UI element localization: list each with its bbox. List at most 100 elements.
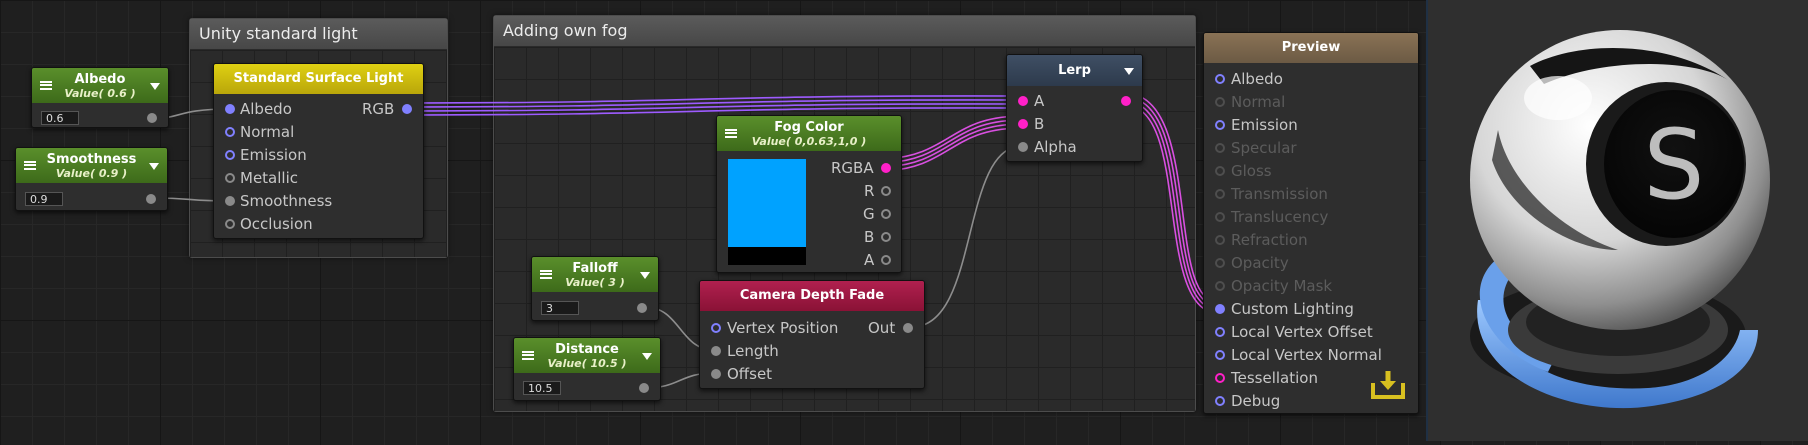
input-port-albedo[interactable] — [225, 104, 235, 114]
node-subtitle: Value( 0.9 ) — [55, 167, 128, 180]
input-port-emission[interactable] — [225, 150, 235, 160]
node-header[interactable]: Distance Value( 10.5 ) — [514, 338, 660, 373]
input-port-debug[interactable] — [1215, 396, 1225, 406]
input-port-opacity-mask[interactable] — [1215, 281, 1225, 291]
menu-icon[interactable] — [522, 350, 534, 360]
node-smoothness[interactable]: Smoothness Value( 0.9 ) 0.9 — [15, 147, 168, 211]
preview-sphere-image[interactable]: S — [1428, 0, 1808, 441]
node-fog-color[interactable]: Fog Color Value( 0,0.63,1,0 ) RGBA R G B… — [716, 115, 902, 273]
input-port-translucency[interactable] — [1215, 212, 1225, 222]
input-port-smoothness[interactable] — [225, 196, 235, 206]
output-port-rgba[interactable] — [881, 163, 891, 173]
input-label-translucency: Translucency — [1231, 208, 1329, 226]
input-port-offset[interactable] — [711, 369, 721, 379]
menu-icon[interactable] — [725, 128, 737, 138]
node-title: Fog Color — [774, 120, 844, 135]
input-label-specular: Specular — [1231, 139, 1297, 157]
chevron-down-icon[interactable] — [640, 271, 650, 279]
input-label-refraction: Refraction — [1231, 231, 1308, 249]
input-port-local-vertex-normal[interactable] — [1215, 350, 1225, 360]
output-port[interactable] — [147, 113, 157, 123]
input-port-length[interactable] — [711, 346, 721, 356]
output-port[interactable] — [146, 194, 156, 204]
input-label-emission: Emission — [1231, 116, 1298, 134]
output-port-out[interactable] — [903, 323, 913, 333]
input-label-length: Length — [727, 342, 779, 360]
output-port[interactable] — [1121, 96, 1131, 106]
input-port-custom-lighting[interactable] — [1215, 304, 1225, 314]
node-albedo[interactable]: Albedo Value( 0.6 ) 0.6 — [31, 67, 169, 128]
input-label-debug: Debug — [1231, 392, 1281, 410]
output-label-out: Out — [868, 319, 896, 337]
color-swatch[interactable] — [728, 159, 806, 265]
input-label-emission: Emission — [240, 146, 307, 164]
input-port-normal[interactable] — [225, 127, 235, 137]
albedo-value-field[interactable]: 0.6 — [41, 111, 79, 125]
output-port-g[interactable] — [881, 209, 891, 219]
output-label-b: B — [864, 228, 875, 246]
input-port-specular[interactable] — [1215, 143, 1225, 153]
node-camera-depth-fade[interactable]: Camera Depth Fade Vertex Position Length… — [699, 280, 925, 389]
input-label-smoothness: Smoothness — [240, 192, 333, 210]
input-port-albedo[interactable] — [1215, 74, 1225, 84]
output-label-g: G — [863, 205, 875, 223]
output-label-r: R — [864, 182, 875, 200]
input-port-emission[interactable] — [1215, 120, 1225, 130]
input-label-transmission: Transmission — [1231, 185, 1328, 203]
input-port-metallic[interactable] — [225, 173, 235, 183]
node-title: Preview — [1281, 40, 1341, 55]
input-label-normal: Normal — [240, 123, 295, 141]
output-port-rgb[interactable] — [402, 104, 412, 114]
input-port-a[interactable] — [1018, 96, 1028, 106]
menu-icon[interactable] — [24, 160, 36, 170]
input-label-local-vertex-normal: Local Vertex Normal — [1231, 346, 1382, 364]
node-falloff[interactable]: Falloff Value( 3 ) 3 — [531, 256, 659, 321]
preview-panel: S — [1426, 0, 1808, 441]
input-port-tessellation[interactable] — [1215, 373, 1225, 383]
node-header[interactable]: Falloff Value( 3 ) — [532, 257, 658, 292]
input-port-opacity[interactable] — [1215, 258, 1225, 268]
node-header[interactable]: Lerp — [1007, 55, 1142, 86]
output-port[interactable] — [637, 303, 647, 313]
menu-icon[interactable] — [40, 80, 52, 90]
menu-icon[interactable] — [540, 269, 552, 279]
input-port-b[interactable] — [1018, 119, 1028, 129]
input-port-transmission[interactable] — [1215, 189, 1225, 199]
input-label-albedo: Albedo — [240, 100, 292, 118]
logo-letter: S — [1644, 109, 1705, 221]
input-port-vertex-position[interactable] — [711, 323, 721, 333]
output-port[interactable] — [639, 383, 649, 393]
save-icon[interactable] — [1370, 369, 1406, 401]
node-header[interactable]: Preview — [1204, 33, 1418, 63]
input-port-normal[interactable] — [1215, 97, 1225, 107]
input-port-gloss[interactable] — [1215, 166, 1225, 176]
input-port-alpha[interactable] — [1018, 142, 1028, 152]
smoothness-value-field[interactable]: 0.9 — [25, 192, 63, 206]
chevron-down-icon[interactable] — [1124, 67, 1134, 75]
chevron-down-icon[interactable] — [642, 352, 652, 360]
node-header[interactable]: Fog Color Value( 0,0.63,1,0 ) — [717, 116, 901, 151]
distance-value-field[interactable]: 10.5 — [523, 381, 561, 395]
input-port-occlusion[interactable] — [225, 219, 235, 229]
node-standard-surface-light[interactable]: Standard Surface Light Albedo Normal Emi… — [213, 63, 424, 239]
output-port-r[interactable] — [881, 186, 891, 196]
node-distance[interactable]: Distance Value( 10.5 ) 10.5 — [513, 337, 661, 401]
node-header[interactable]: Smoothness Value( 0.9 ) — [16, 148, 167, 183]
node-lerp[interactable]: Lerp A B Alpha — [1006, 54, 1143, 162]
input-label-local-vertex-offset: Local Vertex Offset — [1231, 323, 1373, 341]
input-port-refraction[interactable] — [1215, 235, 1225, 245]
node-header[interactable]: Albedo Value( 0.6 ) — [32, 68, 168, 103]
node-header[interactable]: Camera Depth Fade — [700, 281, 924, 311]
output-port-b[interactable] — [881, 232, 891, 242]
node-header[interactable]: Standard Surface Light — [214, 64, 423, 94]
falloff-value-field[interactable]: 3 — [541, 301, 579, 315]
input-port-local-vertex-offset[interactable] — [1215, 327, 1225, 337]
input-label-offset: Offset — [727, 365, 773, 383]
output-port-a[interactable] — [881, 255, 891, 265]
node-title: Standard Surface Light — [233, 71, 404, 86]
node-preview-master[interactable]: Preview Albedo Normal Emission Specular … — [1203, 32, 1419, 414]
node-title: Lerp — [1058, 63, 1091, 78]
chevron-down-icon[interactable] — [149, 162, 159, 170]
wire-depth-to-alpha — [911, 145, 1023, 328]
chevron-down-icon[interactable] — [150, 82, 160, 90]
